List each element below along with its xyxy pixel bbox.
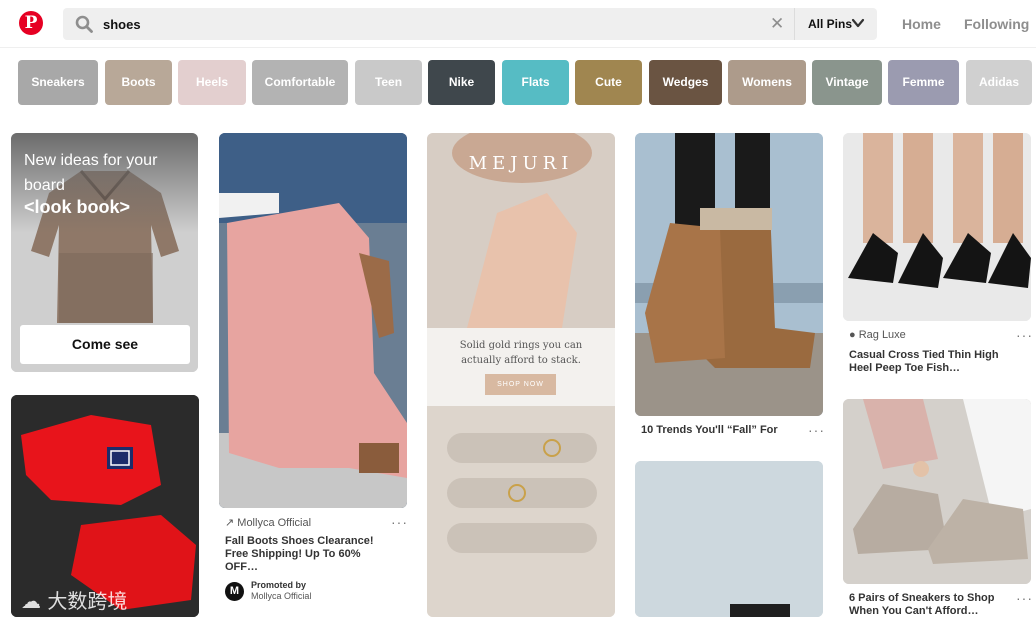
search-bar: ✕ All Pins [63,8,877,40]
guide-chip-cute[interactable]: Cute [575,60,642,105]
pin-red-sneakers[interactable]: ☁ 大数跨境 [11,395,199,617]
black-heels-image [843,133,1031,321]
come-see-button[interactable]: Come see [20,325,190,364]
pin-title-sneakers[interactable]: 6 Pairs of Sneakers to Shop When You Can… [849,592,1009,617]
pin-type-dropdown[interactable]: All Pins [794,8,877,40]
pin-bottom-col4-image [635,461,823,617]
pin-title-ragluxe[interactable]: Casual Cross Tied Thin High Heel Peep To… [849,349,1009,375]
nav-home-link[interactable]: Home [902,16,941,32]
more-options-icon[interactable]: ··· [1016,328,1033,342]
board-suggestion-card[interactable]: New ideas for your board <look book> Com… [11,133,198,372]
pinterest-logo[interactable]: P [19,11,43,35]
guide-chip-vintage[interactable]: Vintage [812,60,882,105]
guide-chip-womens[interactable]: Womens [728,60,806,105]
pin-grey-sneakers[interactable] [843,399,1031,584]
promoter-name[interactable]: Mollyca Official [251,591,311,601]
pin-source-mollyca-label: Mollyca Official [237,517,312,529]
promoted-label: Promoted by [251,580,307,590]
guide-chip-comfortable[interactable]: Comfortable [252,60,348,105]
guide-chip-teen[interactable]: Teen [355,60,422,105]
clear-search-icon[interactable]: ✕ [770,15,784,32]
mejuri-tagline: Solid gold rings you can actually afford… [459,340,583,366]
watermark-text: ☁ 大数跨境 [21,585,127,614]
brown-boots-image [635,133,823,416]
more-options-icon[interactable]: ··· [391,515,408,529]
pin-pink-boot[interactable] [219,133,407,508]
board-card-name: <look book> [24,197,131,217]
watermark-glyph: ☁ [21,589,48,613]
red-sneakers-image [11,395,199,617]
pink-boot-image [219,133,407,508]
board-card-heading: New ideas for your board [24,152,158,194]
more-options-icon[interactable]: ··· [808,423,825,437]
more-options-icon[interactable]: ··· [1016,591,1033,605]
pin-bottom-col4[interactable] [635,461,823,617]
search-icon [75,15,93,33]
search-input[interactable] [103,8,783,40]
pin-mejuri-ad[interactable]: MEJURI Solid gold rings you can actually… [427,133,615,617]
pin-source-ragluxe-label: Rag Luxe [858,329,906,341]
pin-type-label: All Pins [808,17,853,31]
guide-chip-boots[interactable]: Boots [105,60,172,105]
pin-title-mollyca[interactable]: Fall Boots Shoes Clearance! Free Shippin… [225,535,385,574]
guide-chip-adidas[interactable]: Adidas [966,60,1032,105]
mejuri-brand: MEJURI [468,153,574,174]
pin-black-heels[interactable] [843,133,1031,321]
pin-source-mollyca[interactable]: ↗ Mollyca Official [225,516,311,529]
shop-now-button[interactable]: SHOP NOW [485,374,556,395]
tag-icon: ● [849,329,859,341]
pinterest-logo-glyph: P [24,13,38,33]
nav-following-link[interactable]: Following [964,16,1029,32]
guide-chip-heels[interactable]: Heels [178,60,246,105]
pin-title-boots[interactable]: 10 Trends You'll “Fall” For [641,424,801,437]
guide-chip-sneakers[interactable]: Sneakers [18,60,98,105]
pin-brown-boots[interactable] [635,133,823,416]
guide-chip-nike[interactable]: Nike [428,60,495,105]
top-bar: P ✕ All Pins Home Following [0,0,1036,48]
guide-chip-wedges[interactable]: Wedges [649,60,722,105]
guide-chip-flats[interactable]: Flats [502,60,569,105]
grey-sneakers-image [843,399,1031,584]
guide-chip-femme[interactable]: Femme [888,60,959,105]
pin-source-ragluxe[interactable]: ● Rag Luxe [849,329,906,341]
link-arrow-icon: ↗ [225,517,238,529]
avatar[interactable]: M [225,582,244,601]
watermark-label: 大数跨境 [47,589,128,613]
chevron-down-icon [851,18,865,28]
